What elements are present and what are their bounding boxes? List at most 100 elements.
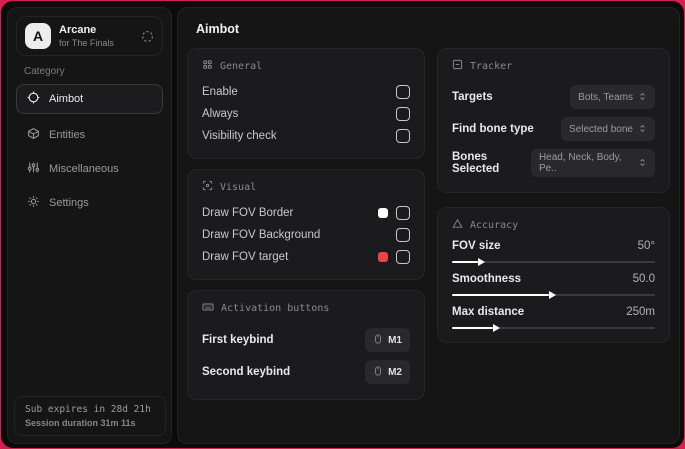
gear-icon (27, 195, 40, 211)
setting-row-targets: Targets Bots, Teams (452, 81, 655, 113)
sidebar-item-settings[interactable]: Settings (16, 188, 163, 218)
mouse-icon (373, 363, 383, 381)
dropdown-value: Bots, Teams (578, 91, 633, 103)
slider-thumb[interactable] (478, 258, 486, 266)
sidebar-item-miscellaneous[interactable]: Miscellaneous (16, 154, 163, 184)
card-title: Activation buttons (221, 303, 330, 314)
right-column: Tracker Targets Bots, Teams Find bone ty… (436, 48, 670, 343)
subscription-expiry: Sub expires in 28d 21h (25, 404, 151, 415)
setting-row-first-keybind: First keybind M1 (202, 324, 410, 356)
checkbox-draw-fov-target[interactable] (395, 250, 410, 264)
slider-row-smoothness: Smoothness 50.0 (451, 273, 655, 299)
crosshair-icon (27, 91, 40, 107)
card-accuracy: Accuracy FOV size 50° Smoothness 50.0 Ma… (436, 207, 670, 343)
slider-value: 50.0 (632, 273, 655, 285)
session-duration: Session duration 31m 11s (25, 418, 136, 428)
fov-size-slider[interactable] (451, 258, 655, 266)
setting-label: First keybind (202, 334, 274, 346)
card-accuracy-header: Accuracy (452, 218, 655, 232)
setting-label: Targets (451, 91, 493, 103)
card-title: Tracker (469, 60, 513, 72)
left-column: General Enable Always Visibility check V… (187, 48, 425, 400)
slider-thumb[interactable] (549, 291, 557, 299)
sliders-icon (27, 161, 40, 177)
card-title: General (220, 60, 263, 72)
mouse-icon (373, 331, 383, 349)
sidebar-item-label: Entities (49, 129, 86, 141)
max-distance-slider[interactable] (451, 324, 655, 332)
keybind-button-second[interactable]: M2 (365, 360, 410, 384)
keybind-value: M2 (388, 366, 402, 378)
chevrons-up-down-icon (638, 120, 647, 138)
checkbox-draw-fov-background[interactable] (395, 228, 410, 242)
card-tracker-header: Tracker (452, 59, 655, 73)
subscription-info: Sub expires in 28d 21h Session duration … (14, 396, 166, 436)
sidebar-item-entities[interactable]: Entities (16, 120, 163, 150)
screen: A Arcane for The Finals Category Aimbot … (0, 0, 685, 449)
checkbox-draw-fov-border[interactable] (395, 206, 410, 220)
keybind-button-first[interactable]: M1 (365, 328, 410, 352)
slider-thumb[interactable] (492, 324, 500, 332)
cube-icon (27, 127, 40, 143)
color-swatch-fov-target[interactable] (377, 252, 388, 262)
setting-row-second-keybind: Second keybind M2 (202, 356, 410, 388)
card-title: Visual (220, 181, 257, 193)
checkbox-enable[interactable] (395, 85, 410, 99)
sidebar: A Arcane for The Finals Category Aimbot … (7, 7, 172, 444)
setting-label: Draw FOV Border (202, 207, 294, 219)
smoothness-slider[interactable] (451, 291, 655, 299)
app-header: A Arcane for The Finals (16, 16, 163, 56)
square-minus-icon (452, 59, 463, 73)
app-meta: Arcane for The Finals (59, 24, 133, 48)
setting-row-bones-selected: Bones Selected Head, Neck, Body, Pe.. (452, 145, 655, 181)
sidebar-item-label: Settings (49, 197, 89, 209)
sidebar-item-aimbot[interactable]: Aimbot (16, 84, 163, 114)
slider-value: 250m (626, 306, 655, 318)
checkbox-always[interactable] (395, 107, 410, 121)
sidebar-item-label: Miscellaneous (49, 163, 119, 175)
slider-row-fov-size: FOV size 50° (451, 240, 655, 266)
setting-label: Visibility check (202, 130, 277, 142)
triangle-icon (452, 218, 463, 232)
slider-fill (451, 291, 557, 299)
keyboard-icon (202, 301, 214, 316)
category-label: Category (24, 66, 65, 77)
setting-label: Max distance (451, 306, 525, 318)
setting-row-draw-fov-background: Draw FOV Background (202, 224, 410, 246)
keybind-value: M1 (388, 334, 402, 346)
card-tracker: Tracker Targets Bots, Teams Find bone ty… (436, 48, 670, 193)
app-window: A Arcane for The Finals Category Aimbot … (1, 1, 684, 448)
setting-row-enable: Enable (202, 81, 410, 103)
dropdown-find-bone-type[interactable]: Selected bone (561, 117, 655, 141)
dropdown-value: Head, Neck, Body, Pe.. (538, 152, 622, 174)
grid-icon (202, 59, 213, 73)
setting-label: Bones Selected (451, 151, 500, 175)
main-panel: Aimbot General Enable Always Visibility … (177, 7, 680, 444)
setting-label: Draw FOV target (202, 251, 289, 263)
card-visual: Visual Draw FOV Border Draw FOV Backgrou… (187, 169, 425, 280)
sidebar-nav: Aimbot Entities Miscellaneous Settings (16, 84, 163, 218)
setting-label: FOV size (451, 240, 501, 252)
chevrons-up-down-icon (638, 88, 647, 106)
dropdown-targets[interactable]: Bots, Teams (570, 85, 655, 109)
color-swatch-fov-border[interactable] (377, 208, 388, 218)
checkbox-visibility-check[interactable] (395, 129, 410, 143)
scan-eye-icon (202, 180, 213, 194)
app-logo: A (25, 23, 51, 49)
refresh-icon[interactable] (141, 30, 154, 43)
card-title: Accuracy (469, 219, 519, 231)
setting-row-find-bone-type: Find bone type Selected bone (452, 113, 655, 145)
slider-fill (451, 324, 500, 332)
app-subtitle: for The Finals (59, 37, 114, 48)
card-general: General Enable Always Visibility check (187, 48, 425, 159)
app-name: Arcane (59, 24, 97, 37)
setting-row-draw-fov-border: Draw FOV Border (202, 202, 410, 224)
card-visual-header: Visual (202, 180, 410, 194)
setting-label: Enable (202, 86, 238, 98)
slider-value: 50° (637, 240, 655, 252)
card-general-header: General (202, 59, 410, 73)
setting-label: Smoothness (451, 273, 521, 285)
dropdown-bones-selected[interactable]: Head, Neck, Body, Pe.. (530, 149, 655, 177)
setting-row-draw-fov-target: Draw FOV target (202, 246, 410, 268)
setting-label: Draw FOV Background (202, 229, 321, 241)
